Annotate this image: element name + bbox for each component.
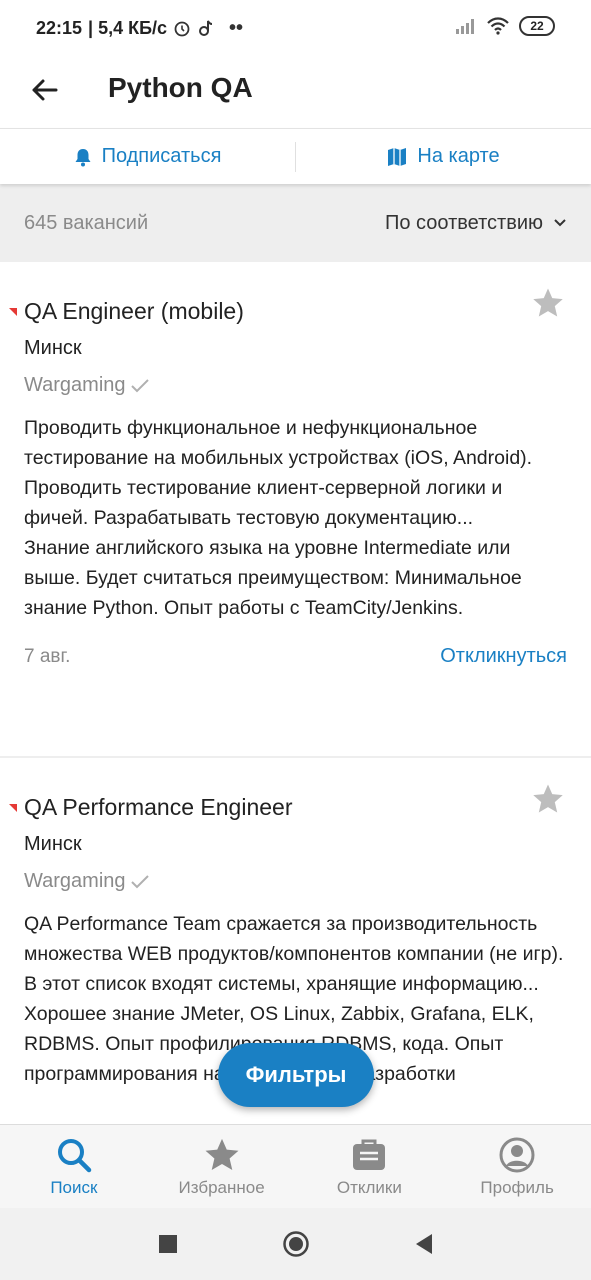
tiktok-icon — [197, 19, 213, 37]
verified-check-icon — [130, 378, 149, 392]
vacancy-company[interactable]: Wargaming — [24, 870, 567, 893]
vacancy-footer: 7 авг. Откликнуться — [24, 645, 567, 668]
favorite-button[interactable] — [531, 286, 567, 322]
sort-bar: 645 вакансий По соответствию — [0, 184, 591, 262]
status-time: 22:15 — [36, 17, 83, 38]
star-icon — [533, 288, 563, 317]
nav-favorites[interactable]: Избранное — [148, 1125, 296, 1208]
triangle-back-icon — [415, 1234, 432, 1254]
back-system-button[interactable] — [406, 1226, 442, 1262]
filters-button[interactable]: Фильтры — [218, 1043, 374, 1107]
nav-favorites-label: Избранное — [178, 1177, 265, 1197]
highlight-flag — [9, 308, 17, 316]
nav-search-label: Поиск — [50, 1177, 98, 1197]
subscribe-button[interactable]: Подписаться — [0, 129, 295, 184]
star-icon — [205, 1138, 239, 1170]
status-speed: | 5,4 КБ/с — [88, 17, 168, 38]
arrow-left-icon — [32, 79, 58, 101]
vacancy-count: 645 вакансий — [24, 211, 149, 234]
vacancy-title: QA Engineer (mobile) — [9, 298, 567, 325]
respond-button[interactable]: Откликнуться — [440, 645, 567, 668]
action-row: Подписаться На карте — [0, 128, 591, 184]
battery-level: 22 — [530, 19, 544, 33]
back-button[interactable] — [24, 70, 64, 110]
nav-search[interactable]: Поиск — [0, 1125, 148, 1208]
home-button[interactable] — [278, 1226, 314, 1262]
vacancy-title: QA Performance Engineer — [9, 794, 567, 821]
status-bar: 22:15 | 5,4 КБ/с •• 22 — [0, 0, 591, 56]
sort-dropdown[interactable]: По соответствию — [385, 212, 567, 235]
vacancy-city: Минск — [24, 337, 82, 359]
bell-icon — [75, 148, 91, 166]
vacancy-description: Проводить функциональное и нефункциональ… — [24, 417, 533, 619]
square-icon — [158, 1235, 177, 1253]
company-name: Wargaming — [24, 870, 126, 892]
signal-icon — [455, 18, 477, 34]
nav-profile-label: Профиль — [480, 1177, 554, 1197]
verified-check-icon — [130, 874, 149, 888]
sort-label: По соответствию — [385, 211, 543, 234]
nav-profile[interactable]: Профиль — [443, 1125, 591, 1208]
wifi-icon — [487, 17, 509, 35]
star-icon — [533, 784, 563, 813]
highlight-flag — [9, 804, 17, 812]
vacancy-company[interactable]: Wargaming — [24, 374, 567, 397]
battery-icon: 22 — [519, 16, 555, 36]
circle-icon — [282, 1231, 309, 1257]
bottom-nav: Поиск Избранное Отклики Профиль — [0, 1124, 591, 1208]
vacancy-title-text: QA Performance Engineer — [24, 794, 293, 820]
system-nav-bar — [0, 1208, 591, 1280]
dots-icon: •• — [229, 16, 244, 39]
vacancy-date: 7 авг. — [24, 645, 71, 667]
map-icon — [388, 147, 407, 166]
vacancy-card[interactable]: QA Engineer (mobile) Минск Wargaming Про… — [0, 262, 591, 756]
app-bar: Python QA — [0, 56, 591, 128]
map-button[interactable]: На карте — [296, 129, 591, 184]
page-title: Python QA — [108, 72, 253, 103]
responses-icon — [353, 1139, 386, 1170]
nav-responses[interactable]: Отклики — [296, 1125, 444, 1208]
vacancy-city: Минск — [24, 833, 82, 855]
alarm-icon — [173, 19, 191, 37]
company-name: Wargaming — [24, 374, 126, 396]
search-icon — [57, 1138, 92, 1172]
profile-icon — [499, 1137, 535, 1172]
map-label: На карте — [417, 145, 500, 167]
vacancy-title-text: QA Engineer (mobile) — [24, 298, 244, 324]
nav-responses-label: Отклики — [336, 1177, 402, 1197]
recents-button[interactable] — [150, 1226, 186, 1262]
subscribe-label: Подписаться — [101, 145, 222, 167]
favorite-button[interactable] — [531, 782, 567, 818]
chevron-down-icon — [554, 219, 566, 227]
